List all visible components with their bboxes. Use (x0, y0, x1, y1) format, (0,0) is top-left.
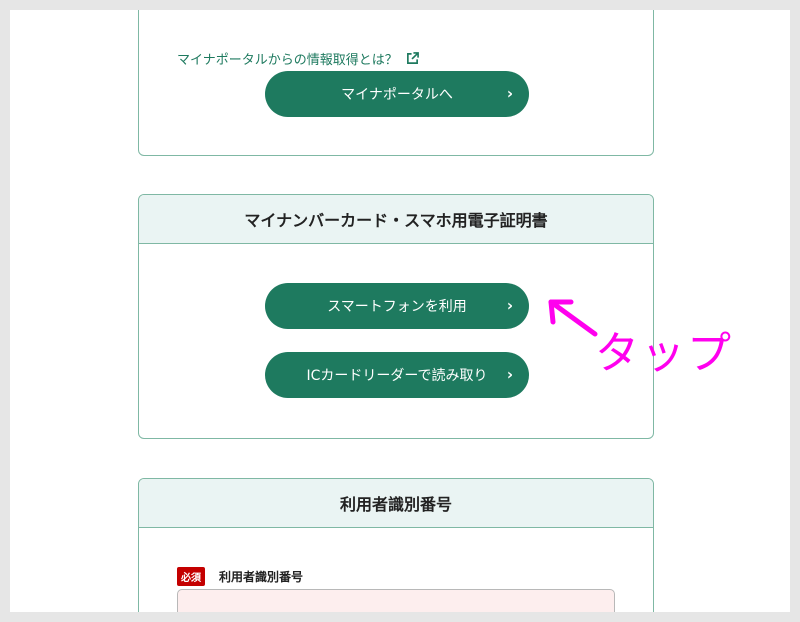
user-id-card: 利用者識別番号 必須 利用者識別番号 (138, 478, 654, 612)
myna-portal-button-label: マイナポータルへ (341, 87, 453, 103)
user-id-field-label: 利用者識別番号 (219, 570, 304, 584)
certificate-card-title: マイナンバーカード・スマホ用電子証明書 (139, 195, 653, 244)
user-id-field-label-row: 必須 利用者識別番号 (177, 567, 303, 586)
myna-portal-button[interactable]: マイナポータルへ › (265, 71, 529, 117)
required-badge: 必須 (177, 567, 205, 586)
use-smartphone-button-label: スマートフォンを利用 (327, 299, 467, 315)
ic-card-reader-button[interactable]: ICカードリーダーで読み取り › (265, 352, 529, 398)
portal-info-link-text[interactable]: マイナポータルからの情報取得とは？ (177, 49, 398, 68)
portal-info-link[interactable]: マイナポータルからの情報取得とは？ (177, 49, 419, 68)
chevron-right-icon: › (506, 84, 513, 103)
user-id-card-title: 利用者識別番号 (139, 479, 653, 528)
external-link-icon (406, 52, 419, 64)
myna-portal-card: マイナポータルからの情報取得とは？ マイナポータルへ › (138, 10, 654, 156)
chevron-right-icon: › (506, 365, 513, 384)
user-id-input[interactable] (177, 589, 615, 612)
tap-annotation-text: タップ (595, 328, 733, 379)
chevron-right-icon: › (506, 296, 513, 315)
page: マイナポータルからの情報取得とは？ マイナポータルへ › マイナンバーカード・ス… (10, 10, 790, 612)
ic-card-reader-button-label: ICカードリーダーで読み取り (306, 368, 488, 384)
use-smartphone-button[interactable]: スマートフォンを利用 › (265, 283, 529, 329)
